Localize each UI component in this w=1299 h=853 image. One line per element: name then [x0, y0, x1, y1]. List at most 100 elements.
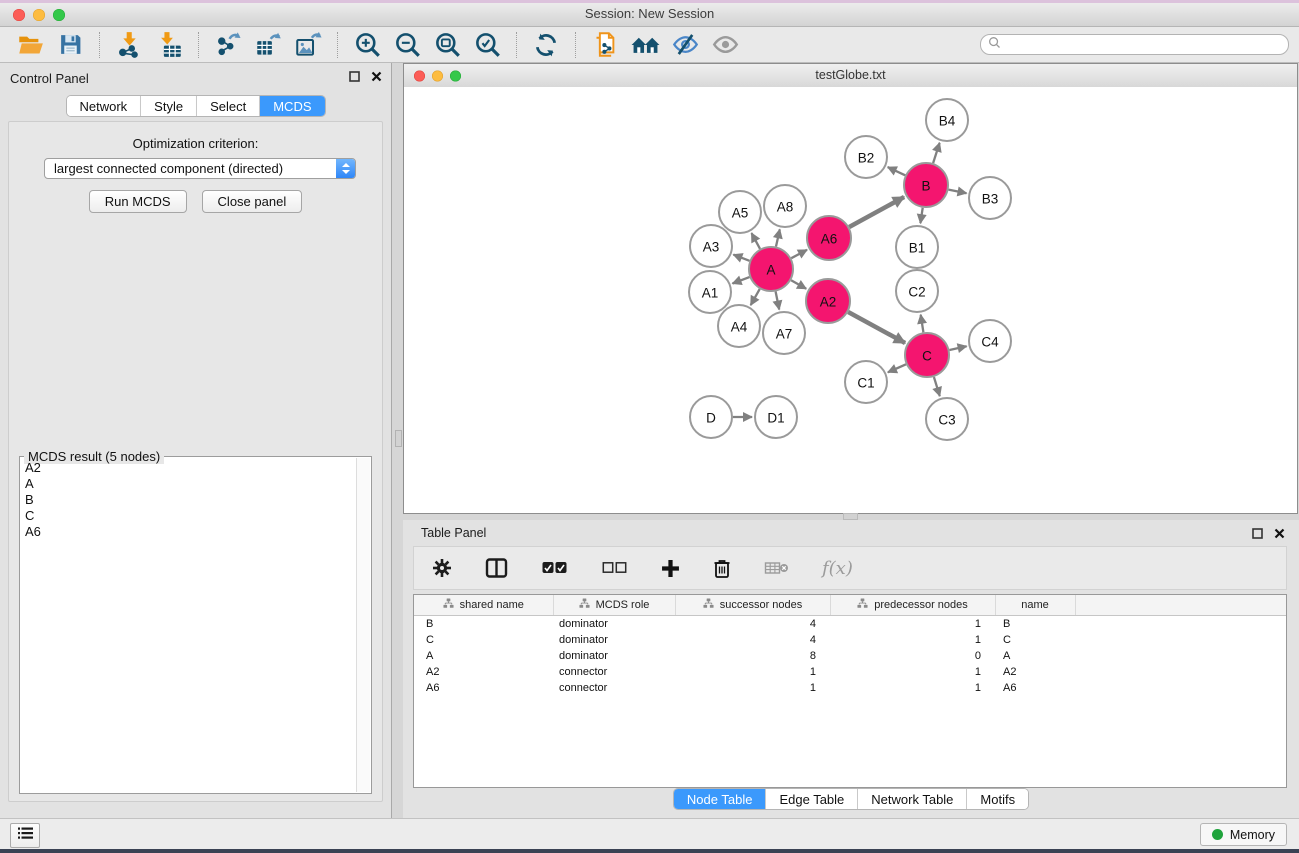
column-view-icon[interactable]	[485, 558, 508, 578]
function-builder-icon[interactable]: f(x)	[822, 558, 853, 579]
edge-C-C3[interactable]	[934, 377, 940, 396]
edge-A-A7[interactable]	[776, 292, 780, 310]
application-window: Session: New Session Control Panel	[0, 0, 1299, 853]
edge-C-C1[interactable]	[888, 364, 906, 372]
edge-A-A3[interactable]	[733, 255, 749, 261]
node-label-A5: A5	[732, 206, 749, 221]
mcds-result-box: MCDS result (5 nodes) A2ABCA6	[19, 456, 372, 794]
zoom-in-icon[interactable]	[352, 30, 382, 60]
tab-select[interactable]: Select	[197, 96, 260, 116]
search-field[interactable]	[980, 34, 1289, 55]
node-label-D1: D1	[767, 411, 784, 426]
optimization-criterion-value: largest connected component (directed)	[45, 161, 336, 176]
tab-mcds[interactable]: MCDS	[260, 96, 324, 116]
settings-gear-icon[interactable]	[432, 558, 452, 578]
edge-A-A4[interactable]	[751, 289, 760, 305]
network-graph: B4B2BB3A5A8A6B1A3AA1C2A2A4A7C4CC1C3DD1	[404, 87, 1297, 513]
table-row[interactable]: A6connector11A6	[414, 680, 1286, 696]
edge-C-C2[interactable]	[921, 315, 924, 333]
mcds-result-item[interactable]: B	[21, 492, 356, 508]
run-mcds-button[interactable]: Run MCDS	[89, 190, 187, 213]
tab-motifs[interactable]: Motifs	[967, 789, 1028, 809]
edge-A-A8[interactable]	[776, 229, 780, 246]
column-header-successor-nodes[interactable]: successor nodes	[675, 595, 830, 616]
select-all-icon[interactable]	[541, 561, 568, 575]
import-network-icon[interactable]	[114, 30, 144, 60]
edge-B-B1[interactable]	[920, 208, 922, 223]
memory-button[interactable]: Memory	[1200, 823, 1287, 846]
hide-selected-eye-slash-icon[interactable]	[670, 30, 700, 60]
node-label-A6: A6	[821, 232, 838, 247]
zoom-selected-icon[interactable]	[472, 30, 502, 60]
refresh-icon[interactable]	[531, 30, 561, 60]
float-panel-icon[interactable]	[349, 71, 360, 82]
mcds-result-item[interactable]: A2	[21, 460, 356, 476]
zoom-network-window-button[interactable]	[450, 70, 461, 81]
edge-A-A2[interactable]	[791, 280, 806, 289]
open-session-icon[interactable]	[15, 30, 45, 60]
home-icon[interactable]	[630, 30, 660, 60]
table-cell: dominator	[553, 632, 675, 648]
unselect-all-icon[interactable]	[601, 561, 628, 575]
vertical-splitter-handle[interactable]	[395, 430, 402, 447]
status-bar: Memory	[0, 818, 1299, 849]
tab-style[interactable]: Style	[141, 96, 197, 116]
list-icon	[18, 827, 33, 845]
node-label-B4: B4	[939, 114, 956, 129]
table-cell: A6	[414, 680, 553, 696]
add-column-icon[interactable]	[661, 559, 680, 578]
search-input[interactable]	[1006, 37, 1281, 53]
column-header-predecessor-nodes[interactable]: predecessor nodes	[830, 595, 995, 616]
edge-B-B3[interactable]	[949, 190, 967, 194]
minimize-network-window-button[interactable]	[432, 70, 443, 81]
export-table-icon[interactable]	[253, 30, 283, 60]
float-table-panel-icon[interactable]	[1252, 526, 1263, 544]
mcds-result-list[interactable]: A2ABCA6	[21, 460, 356, 792]
export-image-icon[interactable]	[293, 30, 323, 60]
close-panel-icon[interactable]	[371, 71, 382, 82]
edge-B-B2[interactable]	[888, 167, 906, 175]
table-row[interactable]: A2connector11A2	[414, 664, 1286, 680]
horizontal-splitter-handle[interactable]	[843, 513, 858, 520]
column-header-mcds-role[interactable]: MCDS role	[553, 595, 675, 616]
close-panel-button[interactable]: Close panel	[202, 190, 303, 213]
zoom-out-icon[interactable]	[392, 30, 422, 60]
tab-edge-table[interactable]: Edge Table	[766, 789, 858, 809]
edge-A-A6[interactable]	[791, 250, 807, 258]
edge-B-B4[interactable]	[933, 143, 940, 163]
table-row[interactable]: Bdominator41B	[414, 616, 1286, 633]
mcds-result-item[interactable]: C	[21, 508, 356, 524]
edge-A6-B[interactable]	[849, 197, 904, 227]
mcds-result-item[interactable]: A6	[21, 524, 356, 540]
result-scrollbar[interactable]	[356, 458, 370, 792]
optimization-criterion-label: Optimization criterion:	[9, 136, 382, 151]
table-cell: A2	[995, 664, 1075, 680]
column-header-shared-name[interactable]: shared name	[414, 595, 553, 616]
edge-A2-C[interactable]	[848, 312, 905, 343]
optimization-criterion-select[interactable]: largest connected component (directed)	[44, 158, 356, 179]
delete-column-icon[interactable]	[713, 558, 731, 578]
column-header-name[interactable]: name	[995, 595, 1075, 616]
tab-network-table[interactable]: Network Table	[858, 789, 967, 809]
edge-C-C4[interactable]	[950, 346, 967, 350]
zoom-fit-icon[interactable]	[432, 30, 462, 60]
table-row[interactable]: Cdominator41C	[414, 632, 1286, 648]
task-history-button[interactable]	[10, 823, 40, 848]
network-canvas[interactable]: B4B2BB3A5A8A6B1A3AA1C2A2A4A7C4CC1C3DD1	[404, 87, 1297, 513]
save-session-icon[interactable]	[55, 30, 85, 60]
node-table: shared nameMCDS rolesuccessor nodesprede…	[413, 594, 1287, 788]
tab-node-table[interactable]: Node Table	[674, 789, 767, 809]
show-all-eye-icon[interactable]	[710, 30, 740, 60]
import-table-icon[interactable]	[154, 30, 184, 60]
mcds-result-item[interactable]: A	[21, 476, 356, 492]
clone-network-icon[interactable]	[590, 30, 620, 60]
table-row[interactable]: Adominator80A	[414, 648, 1286, 664]
close-table-panel-icon[interactable]	[1274, 526, 1285, 544]
tab-network[interactable]: Network	[66, 96, 141, 116]
close-network-window-button[interactable]	[414, 70, 425, 81]
export-network-icon[interactable]	[213, 30, 243, 60]
edge-A-A5[interactable]	[752, 233, 761, 249]
delete-table-icon[interactable]	[764, 560, 789, 576]
edge-A-A1[interactable]	[733, 277, 750, 283]
node-label-C1: C1	[857, 376, 874, 391]
